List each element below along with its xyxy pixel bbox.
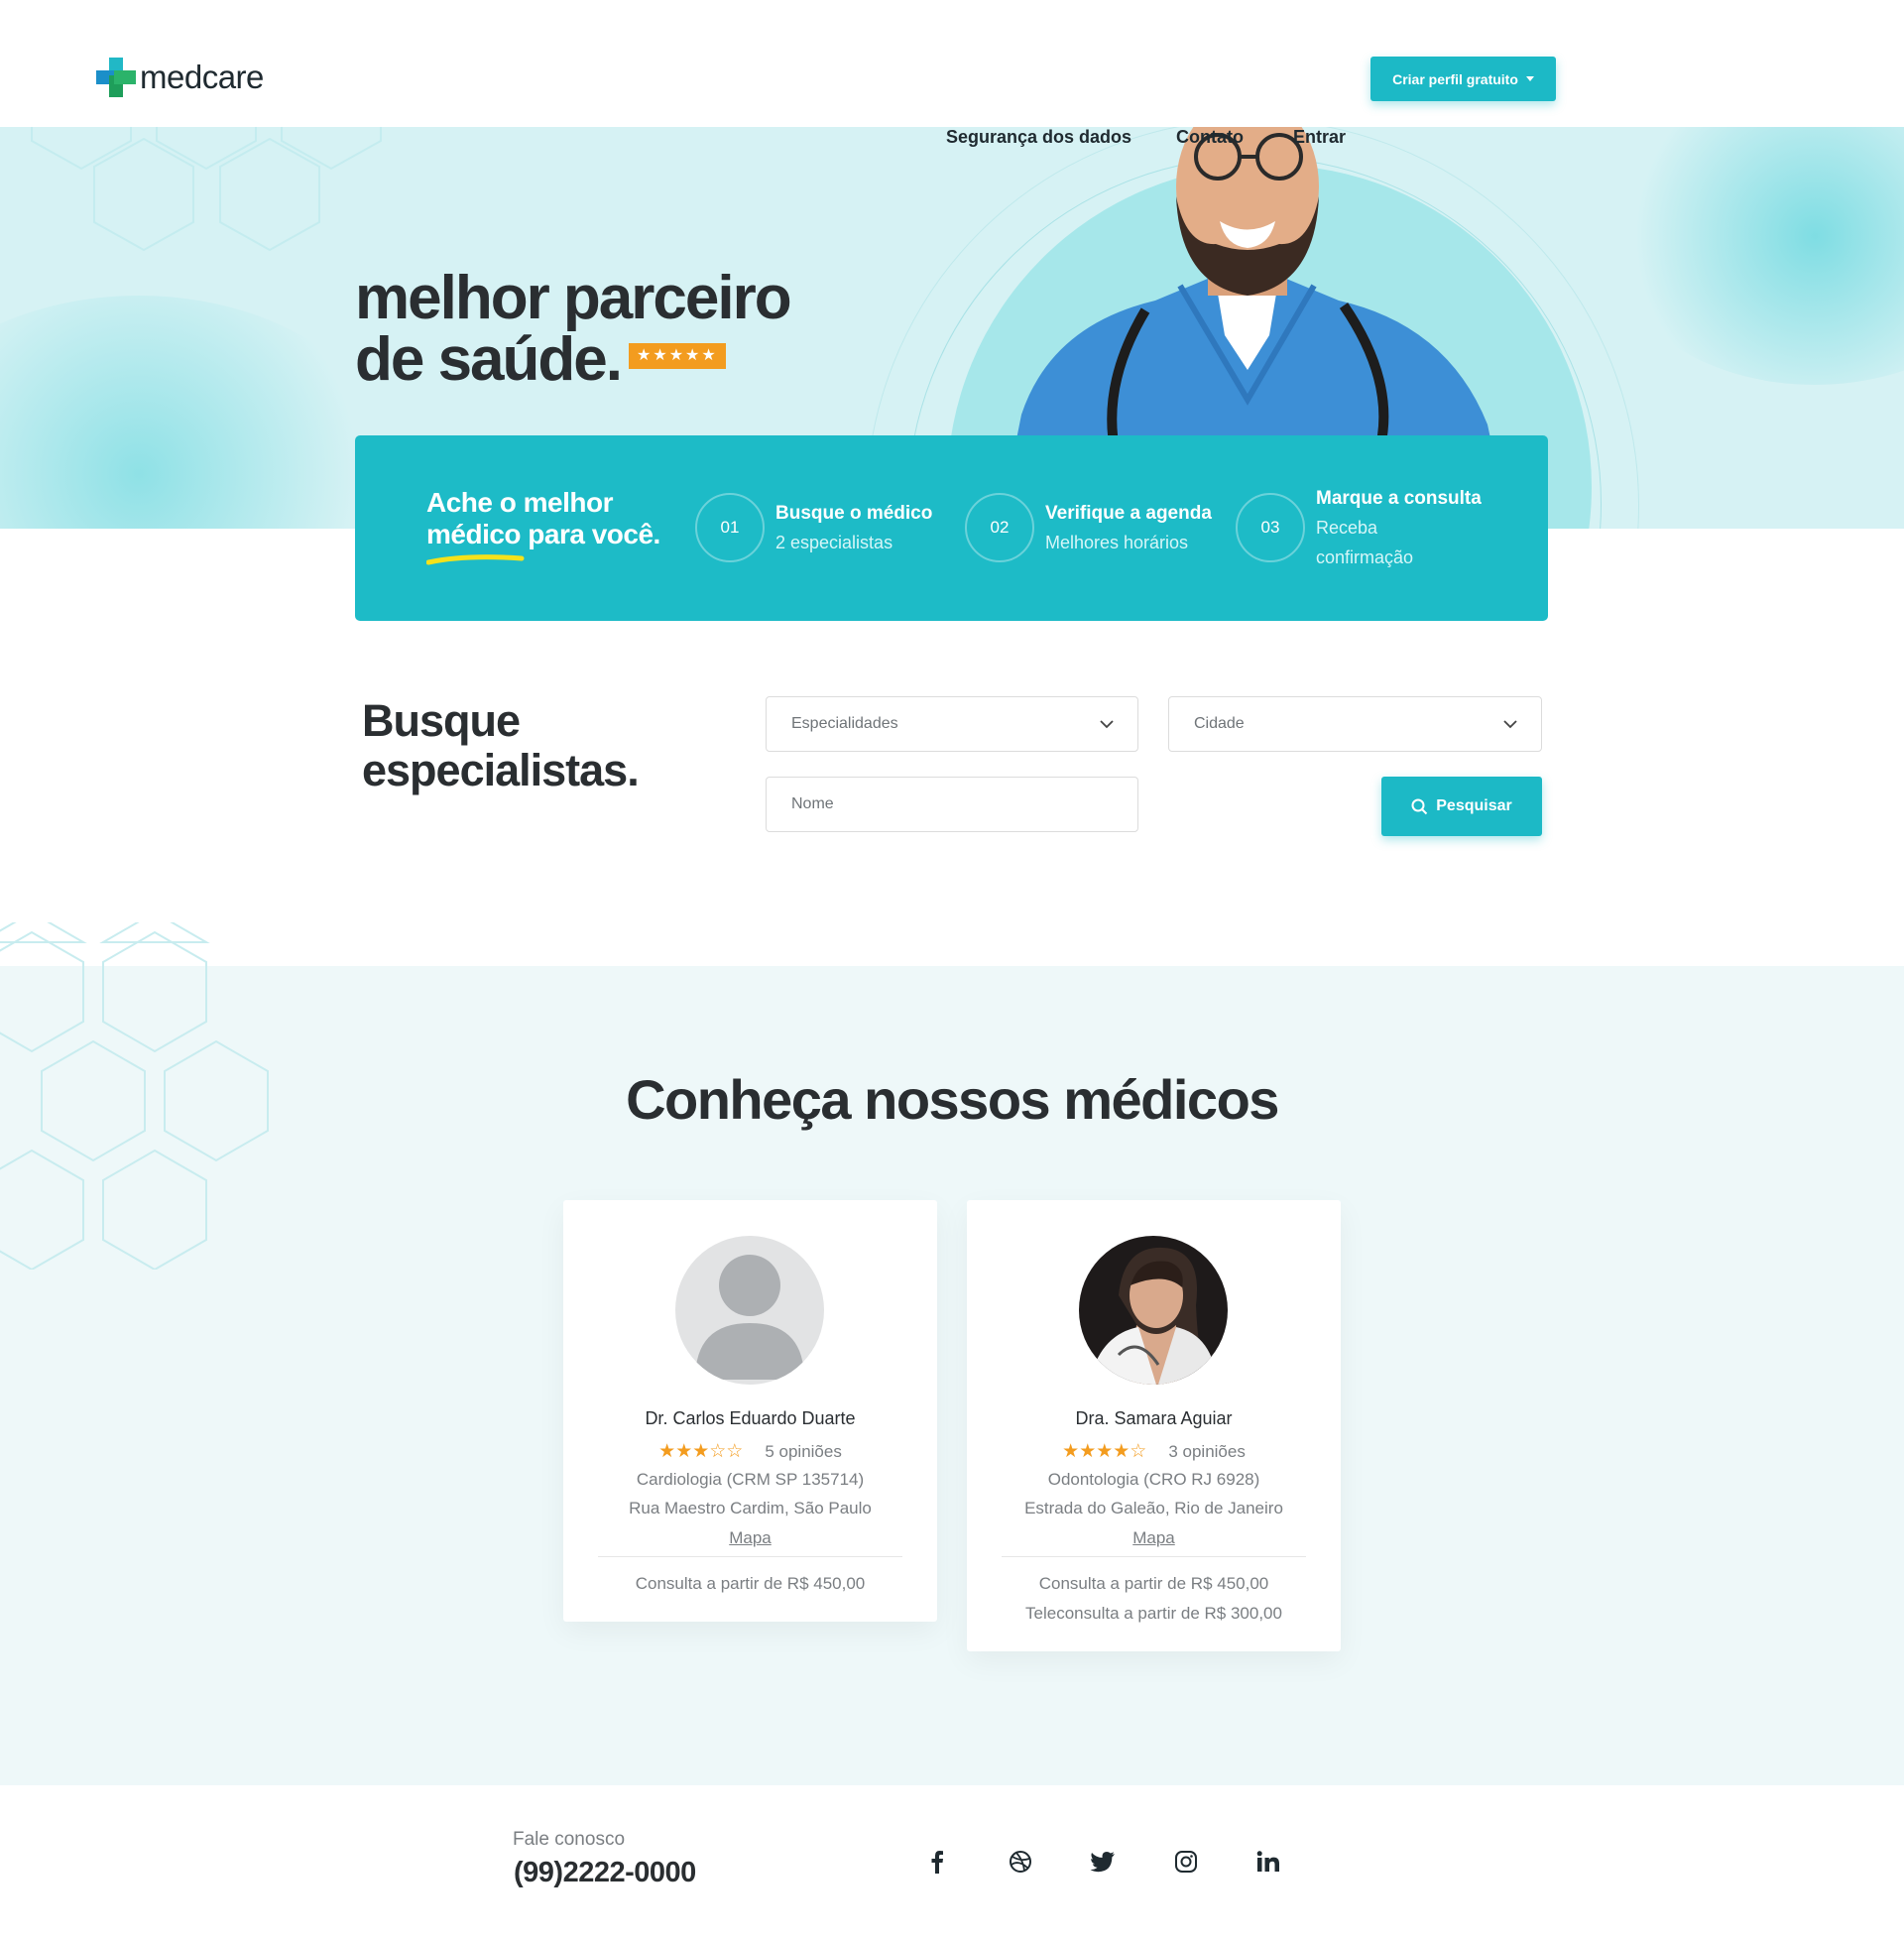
doctor-avatar-photo xyxy=(1079,1236,1228,1385)
review-count[interactable]: 3 opiniões xyxy=(1168,1442,1246,1462)
rating-stars-icon: ★★★☆☆ xyxy=(658,1441,744,1462)
hero-title-line2-wrap: de saúde. ★★★★★ xyxy=(355,329,790,391)
step-number-circle: 01 xyxy=(695,493,765,562)
page: medcare Segurança dos dados Contato Entr… xyxy=(0,0,1904,1941)
hexagon-pattern-decoration xyxy=(31,127,382,252)
rating-badge: ★★★★★ xyxy=(629,342,726,369)
chevron-down-icon xyxy=(1503,720,1517,729)
consult-price: Consulta a partir de R$ 450,00 xyxy=(1038,1574,1269,1593)
nav-link-login[interactable]: Entrar xyxy=(1293,127,1346,148)
review-count[interactable]: 5 opiniões xyxy=(765,1442,842,1462)
nav-link-security[interactable]: Segurança dos dados xyxy=(946,127,1131,148)
how-it-works-band: Ache o melhor médico para você. 01 Busqu… xyxy=(355,435,1548,621)
yellow-underline-decoration xyxy=(426,554,525,565)
doctor-card[interactable]: Dra. Samara Aguiar ★★★★☆ 3 opiniões Odon… xyxy=(967,1200,1341,1651)
doctor-photo xyxy=(1079,1236,1228,1385)
create-profile-label: Criar perfil gratuito xyxy=(1392,70,1518,87)
steps-heading: Ache o melhor médico para você. xyxy=(426,487,660,550)
specialty-placeholder: Especialidades xyxy=(791,715,898,732)
name-placeholder: Nome xyxy=(791,795,834,812)
hero-title-line2: de saúde. xyxy=(355,325,623,394)
doctor-card[interactable]: Dr. Carlos Eduardo Duarte ★★★☆☆ 5 opiniõ… xyxy=(563,1200,937,1622)
step-title: Verifique a agenda xyxy=(1045,503,1212,524)
step-title: Busque o médico xyxy=(775,503,933,524)
map-link-wrap: Mapa xyxy=(967,1528,1341,1548)
header: medcare Segurança dos dados Contato Entr… xyxy=(0,0,1904,147)
rating-stars-icon: ★★★★☆ xyxy=(1062,1441,1147,1462)
search-heading-line1: Busque xyxy=(362,695,521,746)
divider xyxy=(598,1556,902,1557)
doctor-specialty: Odontologia (CRO RJ 6928) xyxy=(1047,1470,1260,1489)
chevron-down-icon xyxy=(1100,720,1114,729)
linkedin-icon[interactable] xyxy=(1251,1845,1285,1879)
map-link-wrap: Mapa xyxy=(563,1528,937,1548)
step-subtitle: Receba xyxy=(1316,518,1378,538)
user-placeholder-icon xyxy=(675,1236,824,1385)
specialty-select[interactable]: Especialidades xyxy=(766,696,1138,752)
step-subtitle: 2 especialistas xyxy=(775,533,893,552)
step-title: Marque a consulta xyxy=(1316,488,1482,509)
consult-price: Consulta a partir de R$ 450,00 xyxy=(635,1574,866,1593)
nav-link-contact[interactable]: Contato xyxy=(1176,127,1244,148)
twitter-icon[interactable] xyxy=(1086,1845,1120,1879)
step-subtitle: confirmação xyxy=(1316,547,1414,567)
city-select[interactable]: Cidade xyxy=(1168,696,1542,752)
doctor-address: Rua Maestro Cardim, São Paulo xyxy=(629,1499,872,1517)
city-placeholder: Cidade xyxy=(1194,715,1245,732)
dribbble-icon[interactable] xyxy=(1004,1845,1037,1879)
step-number-circle: 02 xyxy=(965,493,1034,562)
search-heading: Busque especialistas. xyxy=(362,695,640,795)
steps-heading-line1: Ache o melhor xyxy=(426,487,613,518)
map-link[interactable]: Mapa xyxy=(729,1528,772,1547)
map-link[interactable]: Mapa xyxy=(1132,1528,1175,1547)
doctor-avatar-placeholder xyxy=(675,1236,824,1385)
doctor-rating: ★★★★☆ 3 opiniões xyxy=(967,1440,1341,1463)
facebook-icon[interactable] xyxy=(920,1845,954,1879)
steps-heading-line2: médico para você. xyxy=(426,519,660,549)
teleconsult-price: Teleconsulta a partir de R$ 300,00 xyxy=(1025,1604,1282,1623)
contact-phone[interactable]: (99)2222-0000 xyxy=(514,1857,696,1889)
search-button[interactable]: Pesquisar xyxy=(1381,777,1542,836)
step-number-circle: 03 xyxy=(1236,493,1305,562)
logo-cross-icon xyxy=(96,58,136,97)
doctor-name: Dr. Carlos Eduardo Duarte xyxy=(645,1408,856,1428)
hero-title-line1: melhor parceiro xyxy=(355,264,792,332)
doctor-name: Dra. Samara Aguiar xyxy=(1075,1408,1233,1428)
doctors-section-title: Conheça nossos médicos xyxy=(626,1068,1279,1131)
doctor-rating: ★★★☆☆ 5 opiniões xyxy=(563,1440,937,1463)
logo[interactable]: medcare xyxy=(96,58,264,97)
doctor-specialty: Cardiologia (CRM SP 135714) xyxy=(636,1470,865,1489)
name-input[interactable]: Nome xyxy=(766,777,1138,832)
contact-label: Fale conosco xyxy=(513,1829,626,1850)
search-button-label: Pesquisar xyxy=(1436,797,1512,814)
logo-text: medcare xyxy=(140,59,264,95)
search-icon xyxy=(1411,798,1428,814)
divider xyxy=(1002,1556,1306,1557)
instagram-icon[interactable] xyxy=(1169,1845,1203,1879)
create-profile-button[interactable]: Criar perfil gratuito xyxy=(1370,57,1556,101)
caret-down-icon xyxy=(1525,76,1534,81)
search-heading-line2: especialistas. xyxy=(362,745,640,795)
step-subtitle: Melhores horários xyxy=(1045,533,1189,552)
hero-title: melhor parceiro de saúde. ★★★★★ xyxy=(355,264,792,391)
doctor-address: Estrada do Galeão, Rio de Janeiro xyxy=(1024,1499,1283,1517)
